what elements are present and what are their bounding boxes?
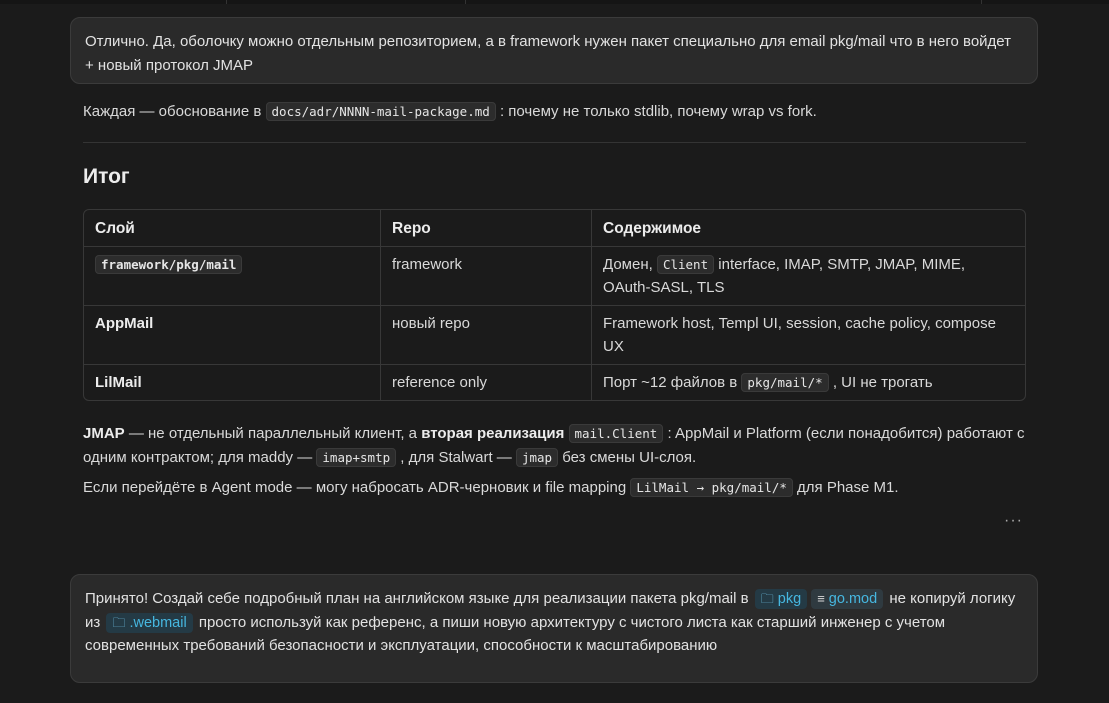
user-message-text: Отлично. Да, оболочку можно отдельным ре… <box>85 33 1012 74</box>
summary-heading: Итог <box>83 165 130 188</box>
cell-content: Framework host, Templ UI, session, cache… <box>592 306 1025 365</box>
cell-repo: reference only <box>381 365 592 400</box>
col-header-layer: Слой <box>84 210 381 247</box>
chip-label: .webmail <box>129 614 187 631</box>
table-row: LilMail reference only Порт ~12 файлов в… <box>84 365 1025 400</box>
folder-icon: 🗀 <box>760 591 774 606</box>
top-tab-strip <box>0 0 1109 4</box>
tab-divider <box>226 0 227 4</box>
agent-mode-paragraph: Если перейдёте в Agent mode — могу набро… <box>83 476 1028 500</box>
text: , UI не трогать <box>828 374 933 391</box>
context-chip-webmail[interactable]: 🗀 .webmail <box>106 612 193 633</box>
col-header-repo: Repo <box>381 210 592 247</box>
text: Порт ~12 файлов в <box>603 374 742 391</box>
bold-text: вторая реализация <box>421 425 565 442</box>
tab-divider <box>465 0 466 4</box>
text: Принято! Создай себе подробный план на а… <box>85 590 753 607</box>
inline-code-adr-path: docs/adr/NNNN-mail-package.md <box>265 102 496 121</box>
user-message-bubble[interactable]: Отлично. Да, оболочку можно отдельным ре… <box>70 17 1038 84</box>
col-header-content: Содержимое <box>592 210 1025 247</box>
text: , для Stalwart — <box>396 448 516 466</box>
chip-label: pkg <box>777 591 802 607</box>
cell-layer: AppMail <box>84 306 381 365</box>
text: для Phase M1. <box>792 479 899 496</box>
cell-repo: framework <box>381 247 592 306</box>
table-row: AppMail новый repo Framework host, Templ… <box>84 306 1025 365</box>
adr-rationale-line: Каждая — обоснование в docs/adr/NNNN-mai… <box>83 100 1028 124</box>
text: Если перейдёте в Agent mode — могу набро… <box>83 479 631 496</box>
inline-code-pkg-mail: pkg/mail/* <box>741 373 829 392</box>
section-divider <box>83 142 1026 143</box>
cell-content: Домен, Client interface, IMAP, SMTP, JMA… <box>592 247 1025 306</box>
inline-code-jmap: jmap <box>515 447 559 467</box>
context-chip-gomod[interactable]: ≡ go.mod <box>811 589 884 609</box>
cell-repo: новый repo <box>381 306 592 365</box>
inline-code-mail-client: mail.Client <box>568 424 664 443</box>
text: : почему не только stdlib, почему wrap v… <box>495 103 817 120</box>
cell-layer: LilMail <box>84 365 381 400</box>
inline-code-file-mapping: LilMail → pkg/mail/* <box>630 478 793 497</box>
text: Домен, <box>603 256 657 273</box>
folder-icon: 🗀 <box>112 614 126 630</box>
inline-code-imap-smtp: imap+smtp <box>316 447 397 467</box>
user-message-bubble[interactable]: Принято! Создай себе подробный план на а… <box>70 574 1038 683</box>
jmap-paragraph: JMAP — не отдельный параллельный клиент,… <box>83 422 1028 469</box>
text: без смены UI-слоя. <box>558 448 697 466</box>
cell-content: Порт ~12 файлов в pkg/mail/* , UI не тро… <box>592 365 1025 400</box>
text: просто используй как референс, а пиши но… <box>85 613 946 655</box>
context-chip-pkg[interactable]: 🗀 pkg <box>754 589 808 609</box>
file-lines-icon: ≡ <box>817 591 825 606</box>
summary-table: Слой Repo Содержимое framework/pkg/mail … <box>83 209 1026 401</box>
text: Каждая — обоснование в <box>83 103 266 120</box>
bold-text: JMAP <box>83 425 125 442</box>
tab-divider <box>981 0 982 4</box>
inline-code-layer: framework/pkg/mail <box>95 255 243 274</box>
cell-layer: framework/pkg/mail <box>84 247 381 306</box>
chip-label: go.mod <box>828 591 878 607</box>
ellipsis-icon[interactable]: ··· <box>1004 512 1023 530</box>
inline-code-client: Client <box>656 255 715 274</box>
table-header-row: Слой Repo Содержимое <box>84 210 1025 247</box>
table-row: framework/pkg/mail framework Домен, Clie… <box>84 247 1025 306</box>
text: — не отдельный параллельный клиент, а <box>124 425 422 442</box>
